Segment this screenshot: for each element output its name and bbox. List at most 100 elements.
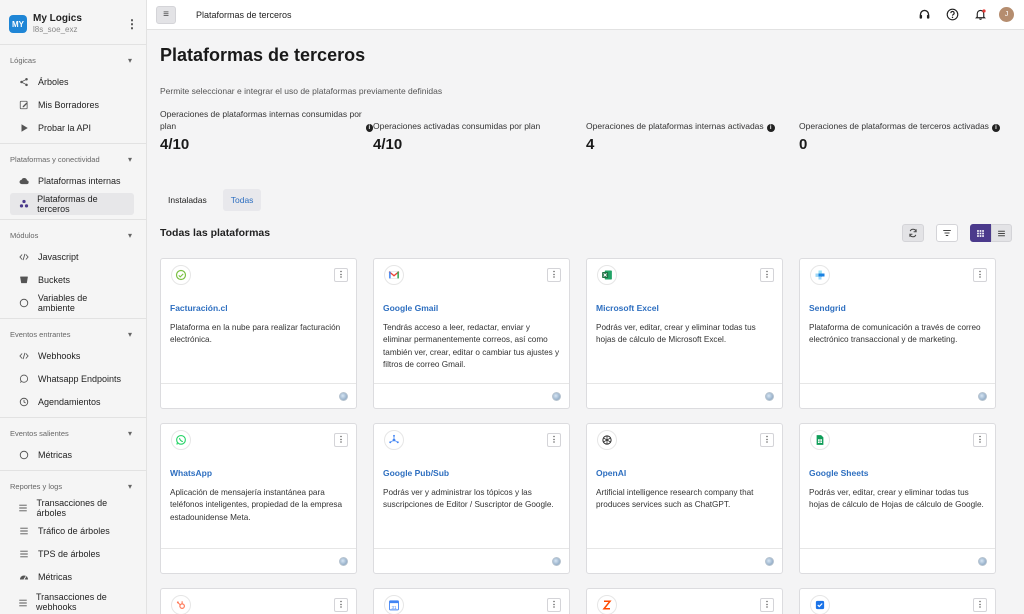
grid-view-button[interactable] (970, 224, 991, 242)
play-icon (18, 123, 30, 133)
info-icon[interactable]: i (991, 124, 1000, 132)
sidebar-item[interactable]: Árboles (10, 71, 134, 93)
menu-toggle-button[interactable]: ≡ (156, 5, 176, 24)
platform-card[interactable]: ⋮ Microsoft Excel Podrás ver, editar, crea… (586, 258, 783, 409)
view-toggle (970, 224, 1012, 242)
stat-label: Operaciones de plataformas internas acti… (586, 120, 764, 131)
sidebar-section-header[interactable]: Módulos ▾ (0, 224, 146, 246)
card-menu-button[interactable]: ⋮ (973, 268, 987, 282)
sidebar-item[interactable]: Javascript (10, 246, 134, 268)
sidebar-item-label: Probar la API (38, 123, 92, 133)
sidebar-section-header[interactable]: Eventos entrantes ▾ (0, 323, 146, 345)
platform-name[interactable]: Google Gmail (374, 303, 569, 313)
main: ≡ Plataformas de terceros J Plataformas … (147, 0, 1024, 614)
circle-icon (18, 450, 30, 460)
platform-card[interactable]: ⋮ Google Gmail Tendrás acceso a leer, reda… (373, 258, 570, 409)
platform-card[interactable]: ⋮ Facturación.cl Plataforma en la nube par… (160, 258, 357, 409)
info-icon[interactable]: i (365, 124, 373, 132)
sidebar-section-header[interactable]: Eventos salientes ▾ (0, 422, 146, 444)
platform-description: Podrás ver y administrar los tópicos y l… (383, 488, 554, 510)
card-menu-button[interactable]: ⋮ (973, 598, 987, 612)
sidebar-section-header[interactable]: Plataformas y conectividad ▾ (0, 148, 146, 170)
stat-label: Operaciones de plataformas internas cons… (160, 109, 362, 131)
excel-logo-icon (597, 265, 617, 285)
platform-name[interactable]: Google Sheets (800, 468, 995, 478)
sidebar-item[interactable]: Plataformas de terceros (10, 193, 134, 215)
sidebar-item[interactable]: Probar la API (10, 117, 134, 139)
sidebar-item-label: Agendamientos (38, 397, 101, 407)
platform-card[interactable]: ⋮ (586, 588, 783, 614)
sidebar-section-header[interactable]: Reportes y logs ▾ (0, 475, 146, 497)
platform-description: Tendrás acceso a leer, redactar, enviar … (383, 323, 560, 369)
card-menu-button[interactable]: ⋮ (547, 268, 561, 282)
sidebar-item[interactable]: Transacciones de árboles (10, 497, 134, 519)
sidebar-item-label: Transacciones de webhooks (36, 592, 107, 612)
hubspot-logo-icon (171, 595, 191, 614)
sidebar-item[interactable]: Mis Borradores (10, 94, 134, 116)
tab-instaladas[interactable]: Instaladas (160, 189, 215, 211)
platform-description: Plataforma de comunicación a través de c… (809, 323, 981, 345)
globe-icon (765, 556, 774, 566)
tabs: Instaladas Todas (160, 189, 1012, 211)
help-icon[interactable] (945, 8, 959, 22)
platform-card[interactable]: ⋮ Google Pub/Sub Podrás ver y administrar … (373, 423, 570, 574)
platform-name[interactable]: Sendgrid (800, 303, 995, 313)
platform-card[interactable]: 31 ⋮ (373, 588, 570, 614)
platform-name[interactable]: Facturación.cl (161, 303, 356, 313)
sidebar-section-title: Eventos salientes (10, 428, 69, 438)
openai-logo-icon (597, 430, 617, 450)
card-menu-button[interactable]: ⋮ (973, 433, 987, 447)
sheets-logo-icon (810, 430, 830, 450)
sidebar-section-header[interactable]: Lógicas ▾ (0, 49, 146, 71)
tab-todas[interactable]: Todas (222, 189, 262, 211)
platform-name[interactable]: OpenAI (587, 468, 782, 478)
sidebar-item[interactable]: Whatsapp Endpoints (10, 368, 134, 390)
filter-button[interactable] (936, 224, 958, 242)
sidebar-item-label: TPS de árboles (38, 549, 101, 559)
info-icon[interactable]: i (766, 124, 775, 132)
sidebar-item[interactable]: Plataformas internas (10, 170, 134, 192)
sidebar-item[interactable]: Webhooks (10, 345, 134, 367)
workspace-menu-icon[interactable]: ⋮ (126, 17, 138, 31)
card-menu-button[interactable]: ⋮ (547, 598, 561, 612)
card-menu-button[interactable]: ⋮ (334, 433, 348, 447)
sidebar-section-title: Lógicas (10, 55, 36, 65)
bell-icon[interactable] (973, 8, 987, 22)
card-menu-button[interactable]: ⋮ (760, 433, 774, 447)
refresh-icon (909, 228, 917, 238)
card-menu-button[interactable]: ⋮ (760, 268, 774, 282)
avatar[interactable]: J (999, 7, 1014, 22)
refresh-button[interactable] (902, 224, 924, 242)
sidebar-item[interactable]: Transacciones de webhooks (10, 589, 134, 614)
card-menu-button[interactable]: ⋮ (334, 598, 348, 612)
sidebar-item[interactable]: Buckets (10, 269, 134, 291)
card-menu-button[interactable]: ⋮ (760, 598, 774, 612)
sidebar-item[interactable]: Tráfico de árboles (10, 520, 134, 542)
sidebar-item[interactable]: Agendamientos (10, 391, 134, 413)
list-icon (18, 526, 30, 536)
platform-name[interactable]: WhatsApp (161, 468, 356, 478)
sidebar-item[interactable]: Variables de ambiente (10, 292, 134, 314)
platforms-grid: ⋮ Facturación.cl Plataforma en la nube par… (160, 258, 1012, 614)
sidebar-item[interactable]: Métricas (10, 444, 134, 466)
platform-card[interactable]: ⋮ Google Sheets Podrás ver, editar, crear … (799, 423, 996, 574)
platform-name[interactable]: Microsoft Excel (587, 303, 782, 313)
sidebar-item[interactable]: Métricas (10, 566, 134, 588)
platform-card[interactable]: ⋮ (799, 588, 996, 614)
platform-card[interactable]: ⋮ OpenAI Artificial intelligence research … (586, 423, 783, 574)
list-view-button[interactable] (991, 224, 1012, 242)
platform-card[interactable]: ⋮ Sendgrid Plataforma de comunicación a tr… (799, 258, 996, 409)
platform-card[interactable]: ⋮ (160, 588, 357, 614)
platform-card[interactable]: ⋮ WhatsApp Aplicación de mensajería instan… (160, 423, 357, 574)
headset-icon[interactable] (917, 8, 931, 22)
sidebar-section-title: Módulos (10, 230, 39, 240)
brand: MY My Logics l8s_soe_exz ⋮ (0, 0, 146, 44)
workspace-name: My Logics (33, 13, 82, 25)
card-menu-button[interactable]: ⋮ (547, 433, 561, 447)
card-menu-button[interactable]: ⋮ (334, 268, 348, 282)
sidebar-item-label: Métricas (38, 450, 73, 460)
sidebar-item[interactable]: TPS de árboles (10, 543, 134, 565)
sidebar-section-title: Eventos entrantes (10, 329, 71, 339)
globe-icon (978, 391, 987, 401)
platform-name[interactable]: Google Pub/Sub (374, 468, 569, 478)
